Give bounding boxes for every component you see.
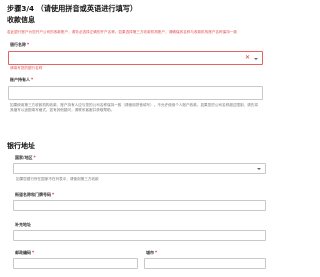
bank-name-label-text: 银行名称	[10, 42, 26, 47]
country-label: 国家/地区*	[15, 155, 36, 161]
bank-name-error: 请填写您的银行名称	[10, 66, 43, 70]
city-input[interactable]	[144, 258, 266, 269]
city-label: 城市*	[146, 250, 157, 256]
account-holder-input[interactable]	[8, 86, 263, 100]
required-mark: *	[27, 42, 30, 47]
account-holder-help: 如果使用第三方收款机构收款，账户持有人应与您的公司名称保持一致（请使用拼音填写）…	[10, 103, 258, 113]
payment-section-title: 收款信息	[7, 16, 35, 24]
bank-name-label: 银行名称*	[10, 42, 29, 48]
postal-code-label-text: 邮政编码	[15, 250, 31, 255]
required-mark: *	[33, 155, 36, 160]
bank-name-select[interactable]: ✕	[8, 51, 263, 65]
required-mark: *	[52, 192, 55, 197]
address2-label: 补充地址	[15, 222, 31, 227]
required-mark: *	[32, 250, 35, 255]
address2-input[interactable]	[13, 230, 266, 241]
account-holder-label: 账户持有人*	[10, 77, 33, 83]
required-mark: *	[31, 77, 34, 82]
bank-address-title: 银行地址	[7, 142, 35, 150]
street-address-input[interactable]	[13, 200, 266, 211]
required-mark: *	[155, 250, 158, 255]
city-label-text: 城市	[146, 250, 154, 255]
account-holder-label-text: 账户持有人	[10, 77, 30, 82]
chevron-down-icon[interactable]	[257, 168, 261, 170]
country-help: 如果您银行所在国家不在列表中，请使用第三方收款	[16, 177, 99, 181]
street-address-label-text: 街道名称和门牌号码	[15, 192, 51, 197]
payment-note: 若此银行账户为您开户公司的收款账户，请务必选择正确的开户名称。如果选择第三方收款…	[7, 30, 237, 34]
postal-code-input[interactable]	[13, 258, 138, 269]
country-select[interactable]	[13, 163, 266, 174]
postal-code-label: 邮政编码*	[15, 250, 34, 256]
step-title: 步骤3/4 （请使用拼音或英语进行填写）	[7, 4, 138, 13]
chevron-down-icon[interactable]	[254, 57, 258, 60]
country-label-text: 国家/地区	[15, 155, 33, 160]
clear-icon[interactable]: ✕	[245, 55, 250, 61]
street-address-label: 街道名称和门牌号码*	[15, 192, 54, 198]
